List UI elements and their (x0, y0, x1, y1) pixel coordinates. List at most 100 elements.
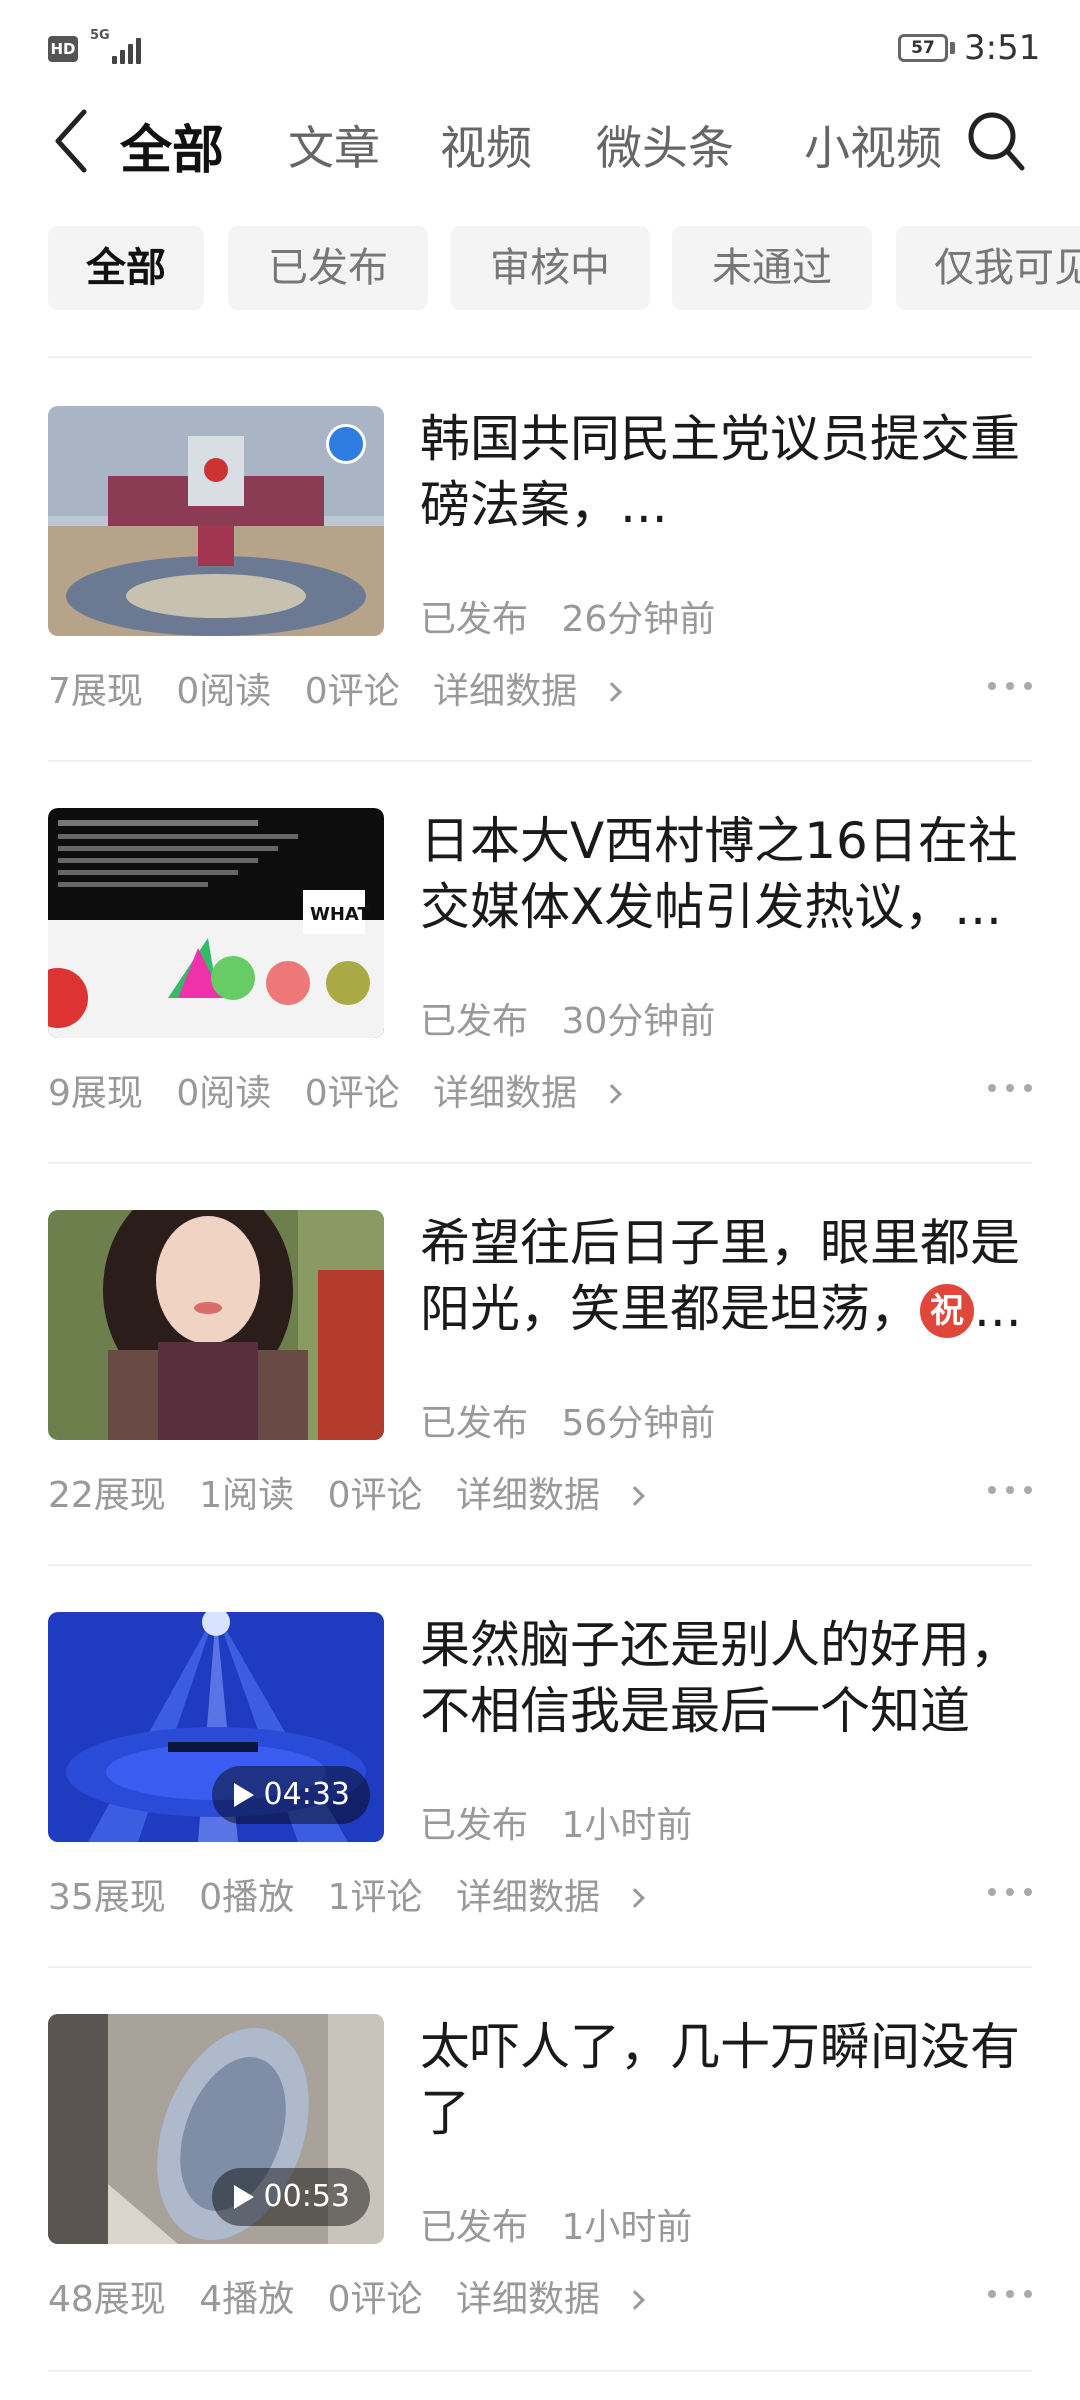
article-thumbnail[interactable]: WHAT (48, 808, 384, 1038)
status-filter-bar: 全部 已发布 审核中 未通过 仅我可见 (0, 226, 1080, 312)
video-status: 已发布 1小时前 (420, 1796, 714, 1848)
status-bar: HD 5G 57 3:51 (0, 0, 1080, 90)
impressions-count: 35展现 (48, 1877, 166, 1918)
video-item[interactable]: 04:33 果然脑子还是别人的好用，不相信我是最后一个知道 已发布 1小时前 3… (0, 1612, 1080, 2012)
filter-all[interactable]: 全部 (48, 226, 204, 310)
play-icon (233, 1783, 254, 1807)
impressions-count: 9展现 (48, 1073, 143, 1114)
publish-time: 1小时前 (561, 2207, 693, 2248)
publish-time: 56分钟前 (561, 1403, 716, 1444)
thumbs-up-icon (326, 424, 366, 464)
publish-time: 26分钟前 (561, 599, 716, 640)
more-options-icon[interactable] (988, 676, 1032, 696)
tab-micro-headlines[interactable]: 微头条 (596, 112, 734, 178)
video-status: 已发布 1小时前 (420, 2198, 714, 2250)
divider (48, 760, 1032, 762)
detail-data-link[interactable]: 详细数据 (455, 2279, 645, 2320)
battery-tip (950, 42, 955, 54)
chevron-right-icon (625, 1888, 645, 1908)
detail-data-label: 详细数据 (455, 2279, 600, 2320)
detail-data-label: 详细数据 (455, 1475, 600, 1516)
tab-short-videos[interactable]: 小视频 (804, 112, 942, 178)
comments-count: 0评论 (327, 2279, 423, 2320)
impressions-count: 22展现 (48, 1475, 166, 1516)
video-title[interactable]: 太吓人了，几十万瞬间没有了 (420, 2014, 1040, 2146)
video-thumbnail[interactable]: 00:53 (48, 2014, 384, 2244)
plays-count: 0播放 (199, 1877, 295, 1918)
publish-status: 已发布 (420, 1001, 529, 1042)
article-item[interactable]: 韩国共同民主党议员提交重磅法案，... 已发布 26分钟前 7展现 0阅读 0评… (0, 406, 1080, 806)
clock: 3:51 (964, 28, 1041, 68)
impressions-count: 7展现 (48, 671, 143, 712)
more-options-icon[interactable] (988, 1480, 1032, 1500)
divider (48, 2370, 1032, 2372)
detail-data-link[interactable]: 详细数据 (433, 1073, 622, 1114)
publish-status: 已发布 (420, 1805, 529, 1846)
divider (48, 1966, 1032, 1968)
article-item[interactable]: WHAT 日本大V西村博之16日在社交媒体X发帖引发热议，... 已发布 30分… (0, 808, 1080, 1208)
chevron-right-icon (625, 2290, 645, 2310)
detail-data-link[interactable]: 详细数据 (433, 671, 622, 712)
search-icon[interactable] (964, 108, 1028, 174)
comments-count: 0评论 (304, 1073, 400, 1114)
duration-label: 04:33 (263, 1777, 350, 1812)
detail-data-label: 详细数据 (433, 671, 578, 712)
battery-icon: 57 (898, 34, 948, 62)
back-arrow-icon[interactable] (52, 108, 92, 174)
top-nav: 全部 文章 视频 微头条 小视频 (0, 90, 1080, 200)
video-duration: 04:33 (211, 1766, 370, 1824)
hd-indicator: HD (48, 36, 78, 62)
publish-status: 已发布 (420, 1403, 529, 1444)
filter-published[interactable]: 已发布 (228, 226, 428, 310)
filter-under-review[interactable]: 审核中 (450, 226, 650, 310)
article-status: 已发布 56分钟前 (420, 1394, 737, 1446)
publish-time: 1小时前 (561, 1805, 693, 1846)
article-title[interactable]: 韩国共同民主党议员提交重磅法案，... (420, 406, 1040, 538)
title-ellipsis: ... (974, 1280, 1022, 1338)
article-status: 已发布 26分钟前 (420, 590, 737, 642)
article-title[interactable]: 日本大V西村博之16日在社交媒体X发帖引发热议，... (420, 808, 1040, 940)
article-title[interactable]: 希望往后日子里，眼里都是阳光，笑里都是坦荡，祝... (420, 1210, 1040, 1342)
publish-status: 已发布 (420, 2207, 529, 2248)
detail-data-label: 详细数据 (433, 1073, 578, 1114)
detail-data-link[interactable]: 详细数据 (455, 1877, 645, 1918)
divider (48, 1162, 1032, 1164)
article-stats: 7展现 0阅读 0评论 详细数据 (48, 662, 641, 714)
chevron-right-icon (602, 1084, 622, 1104)
article-thumbnail[interactable] (48, 1210, 384, 1440)
filter-private[interactable]: 仅我可见 (896, 226, 1080, 310)
comments-count: 0评论 (327, 1475, 423, 1516)
tab-all[interactable]: 全部 (120, 108, 224, 183)
publish-status: 已发布 (420, 599, 529, 640)
reads-count: 0阅读 (176, 1073, 272, 1114)
divider (48, 1564, 1032, 1566)
detail-data-link[interactable]: 详细数据 (455, 1475, 645, 1516)
impressions-count: 48展现 (48, 2279, 166, 2320)
more-options-icon[interactable] (988, 1882, 1032, 1902)
tab-videos[interactable]: 视频 (440, 112, 532, 178)
article-stats: 22展现 1阅读 0评论 详细数据 (48, 1466, 664, 1518)
detail-data-label: 详细数据 (455, 1877, 600, 1918)
more-options-icon[interactable] (988, 2284, 1032, 2304)
video-thumbnail[interactable]: 04:33 (48, 1612, 384, 1842)
more-options-icon[interactable] (988, 1078, 1032, 1098)
video-title[interactable]: 果然脑子还是别人的好用，不相信我是最后一个知道 (420, 1612, 1040, 1744)
video-stats: 35展现 0播放 1评论 详细数据 (48, 1868, 664, 1920)
divider (48, 356, 1032, 358)
article-status: 已发布 30分钟前 (420, 992, 737, 1044)
article-item[interactable]: 希望往后日子里，眼里都是阳光，笑里都是坦荡，祝... 已发布 56分钟前 22展… (0, 1210, 1080, 1610)
filter-rejected[interactable]: 未通过 (672, 226, 872, 310)
chevron-right-icon (602, 682, 622, 702)
duration-label: 00:53 (263, 2179, 350, 2214)
svg-text:WHAT: WHAT (310, 904, 370, 925)
video-stats: 48展现 4播放 0评论 详细数据 (48, 2270, 664, 2322)
network-type: 5G (90, 28, 110, 43)
article-thumbnail[interactable] (48, 406, 384, 636)
celebrate-emoji-icon: 祝 (920, 1284, 974, 1338)
reads-count: 0阅读 (176, 671, 272, 712)
tab-articles[interactable]: 文章 (288, 112, 380, 178)
comments-count: 0评论 (304, 671, 400, 712)
publish-time: 30分钟前 (561, 1001, 716, 1042)
video-item[interactable]: 00:53 太吓人了，几十万瞬间没有了 已发布 1小时前 48展现 4播放 0评… (0, 2014, 1080, 2400)
comments-count: 1评论 (327, 1877, 423, 1918)
